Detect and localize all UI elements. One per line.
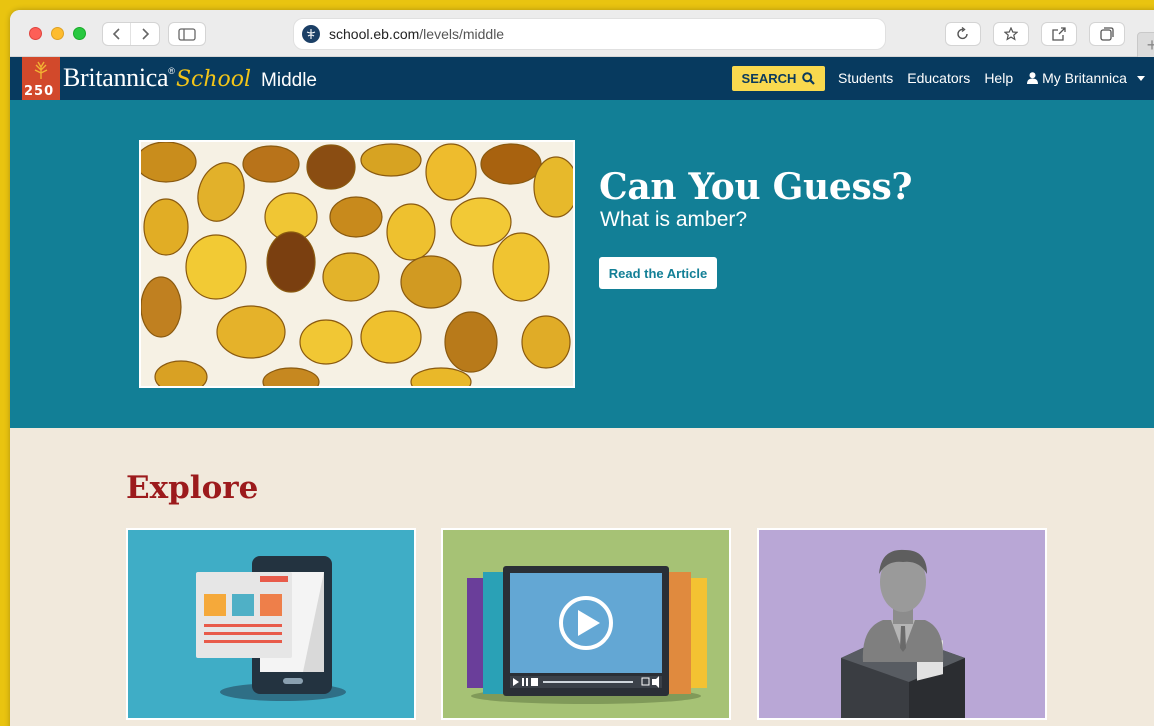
url-path: /levels/middle	[419, 26, 505, 42]
hero-title: Can You Guess?	[599, 166, 913, 208]
explore-section: Explore	[10, 428, 1154, 726]
video-player-icon	[467, 566, 707, 704]
nav-help[interactable]: Help	[984, 70, 1013, 86]
forward-button[interactable]	[131, 23, 159, 45]
search-label: SEARCH	[741, 71, 797, 86]
user-icon	[1027, 72, 1039, 84]
brand-name: Britannica	[63, 63, 169, 92]
explore-card-videos[interactable]	[441, 528, 731, 720]
star-icon	[1004, 27, 1018, 41]
nav-students[interactable]: Students	[838, 70, 893, 86]
mobile-articles-icon	[196, 556, 346, 701]
brand-level: Middle	[261, 70, 318, 91]
biography-bust-icon	[841, 549, 965, 718]
search-icon	[802, 72, 816, 85]
hero-subtitle: What is amber?	[600, 208, 748, 231]
share-icon	[1052, 27, 1066, 41]
reload-button[interactable]	[945, 22, 981, 46]
nav-educators[interactable]: Educators	[907, 70, 970, 86]
site-brand[interactable]: Britannica ® School Middle	[63, 63, 317, 93]
url-text: school.eb.com/levels/middle	[329, 26, 504, 42]
hero-banner: Can You Guess? What is amber? Read the A…	[10, 100, 1154, 428]
account-label: My Britannica	[1042, 70, 1127, 86]
reload-icon	[957, 27, 968, 40]
my-britannica-menu[interactable]: My Britannica	[1027, 70, 1145, 86]
browser-window: school.eb.com/levels/middle + 250 Britan…	[10, 10, 1154, 726]
plus-icon: +	[1146, 34, 1154, 55]
caret-down-icon	[1136, 75, 1145, 81]
sidebar-toggle-button[interactable]	[168, 22, 206, 46]
header-nav: Students Educators Help My Britannica	[838, 70, 1145, 86]
url-domain: school.eb.com	[329, 26, 420, 42]
search-button[interactable]: SEARCH	[732, 66, 825, 91]
navigation-buttons	[102, 22, 160, 46]
bookmark-button[interactable]	[993, 22, 1029, 46]
site-header: 250 Britannica ® School Middle SEARCH St…	[10, 57, 1154, 100]
browser-toolbar: school.eb.com/levels/middle +	[10, 10, 1154, 58]
read-article-button[interactable]: Read the Article	[599, 257, 717, 289]
tab-overview-button[interactable]	[1089, 22, 1125, 46]
explore-title: Explore	[126, 470, 259, 506]
brand-registered-mark: ®	[168, 66, 175, 76]
close-window-button[interactable]	[29, 27, 42, 40]
address-bar[interactable]: school.eb.com/levels/middle	[293, 18, 886, 50]
new-tab-button[interactable]: +	[1137, 32, 1154, 58]
minimize-window-button[interactable]	[51, 27, 64, 40]
zoom-window-button[interactable]	[73, 27, 86, 40]
amber-stones-picture	[141, 142, 573, 386]
thistle-icon	[34, 61, 48, 79]
logo-number: 250	[24, 84, 55, 99]
britannica-250-logo[interactable]: 250	[22, 57, 60, 100]
chevron-left-icon	[112, 28, 120, 40]
tabs-icon	[1100, 27, 1114, 41]
explore-card-articles[interactable]	[126, 528, 416, 720]
amber-image[interactable]	[139, 140, 575, 388]
back-button[interactable]	[103, 23, 132, 45]
share-button[interactable]	[1041, 22, 1077, 46]
brand-school: School	[175, 67, 252, 92]
sidebar-icon	[178, 27, 196, 41]
explore-card-biographies[interactable]	[757, 528, 1047, 720]
site-favicon-icon	[302, 25, 320, 43]
chevron-right-icon	[142, 28, 150, 40]
